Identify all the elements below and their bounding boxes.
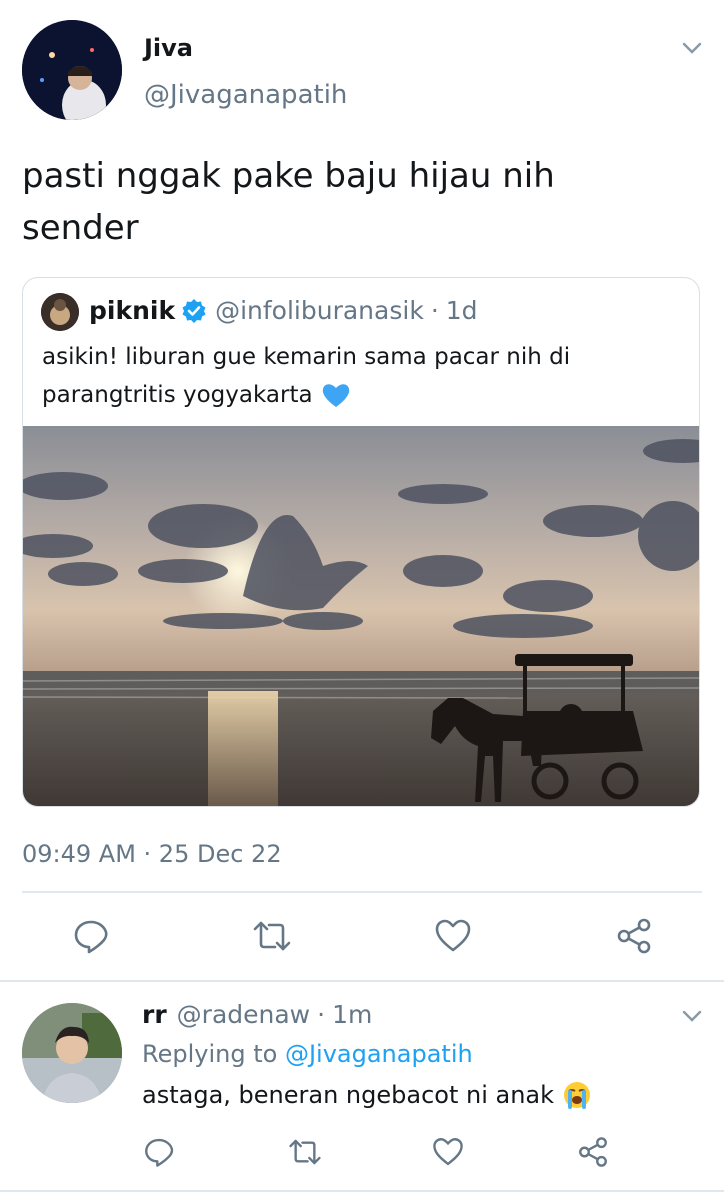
quoted-text-line: parangtritis yogyakarta	[42, 382, 313, 408]
quoted-photo[interactable]	[23, 426, 699, 806]
quoted-name: piknik	[89, 296, 176, 325]
quoted-tweet-card[interactable]: piknik @infoliburanasik · 1d asikin! lib…	[22, 277, 700, 807]
reply-time: 1m	[332, 1000, 373, 1029]
tweet-text-line: pasti nggak pake baju hijau nih	[22, 156, 555, 196]
author-name[interactable]: Jiva	[144, 34, 193, 62]
like-icon[interactable]	[426, 1130, 470, 1174]
reply-avatar[interactable]	[22, 1003, 122, 1103]
sunset-beach-carriage-image	[23, 426, 699, 806]
replying-to: Replying to @Jivaganapatih	[142, 1040, 473, 1068]
tweet-timestamp[interactable]: 09:49 AM · 25 Dec 22	[22, 840, 282, 868]
reply-text: astaga, beneran ngebacot ni anak	[142, 1080, 592, 1110]
tweet-menu-chevron-down-icon[interactable]	[678, 36, 706, 60]
divider	[22, 891, 702, 893]
like-icon[interactable]	[431, 914, 475, 958]
quoted-text-line: asikin! liburan gue kemarin sama pacar n…	[42, 344, 571, 370]
author-avatar[interactable]	[22, 20, 122, 120]
loudly-crying-face-emoji	[562, 1080, 592, 1110]
blue-heart-emoji	[321, 381, 351, 409]
reply-icon[interactable]	[137, 1130, 181, 1174]
quoted-sep: ·	[430, 296, 439, 325]
tweet-text: pasti nggak pake baju hijau nih sender	[22, 150, 555, 254]
verified-badge-icon	[181, 298, 207, 324]
quoted-header: piknik @infoliburanasik · 1d	[89, 296, 478, 325]
reply-avatar-image	[22, 1003, 122, 1103]
reply-icon[interactable]	[69, 914, 113, 958]
retweet-icon[interactable]	[250, 914, 294, 958]
replying-to-handle[interactable]: @Jivaganapatih	[285, 1040, 473, 1068]
quoted-avatar	[41, 293, 79, 331]
quoted-handle: @infoliburanasik	[215, 296, 424, 325]
tweet-text-line: sender	[22, 208, 139, 248]
retweet-icon[interactable]	[283, 1130, 327, 1174]
reply-menu-chevron-down-icon[interactable]	[678, 1004, 706, 1028]
reply-author-handle[interactable]: @radenaw	[177, 1000, 310, 1029]
reply-text-content: astaga, beneran ngebacot ni anak	[142, 1081, 555, 1109]
author-avatar-image	[22, 20, 122, 120]
reply-author-name[interactable]: rr	[142, 1000, 167, 1029]
reply-header: rr @radenaw · 1m	[142, 1000, 372, 1029]
share-icon[interactable]	[612, 914, 656, 958]
quoted-time: 1d	[445, 296, 478, 325]
divider	[0, 1190, 724, 1192]
reply-sep: ·	[317, 1000, 326, 1029]
share-icon[interactable]	[571, 1130, 615, 1174]
author-handle[interactable]: @Jivaganapatih	[144, 80, 347, 110]
quoted-text: asikin! liburan gue kemarin sama pacar n…	[42, 338, 682, 414]
divider	[0, 980, 724, 982]
replying-to-label: Replying to	[142, 1040, 278, 1068]
